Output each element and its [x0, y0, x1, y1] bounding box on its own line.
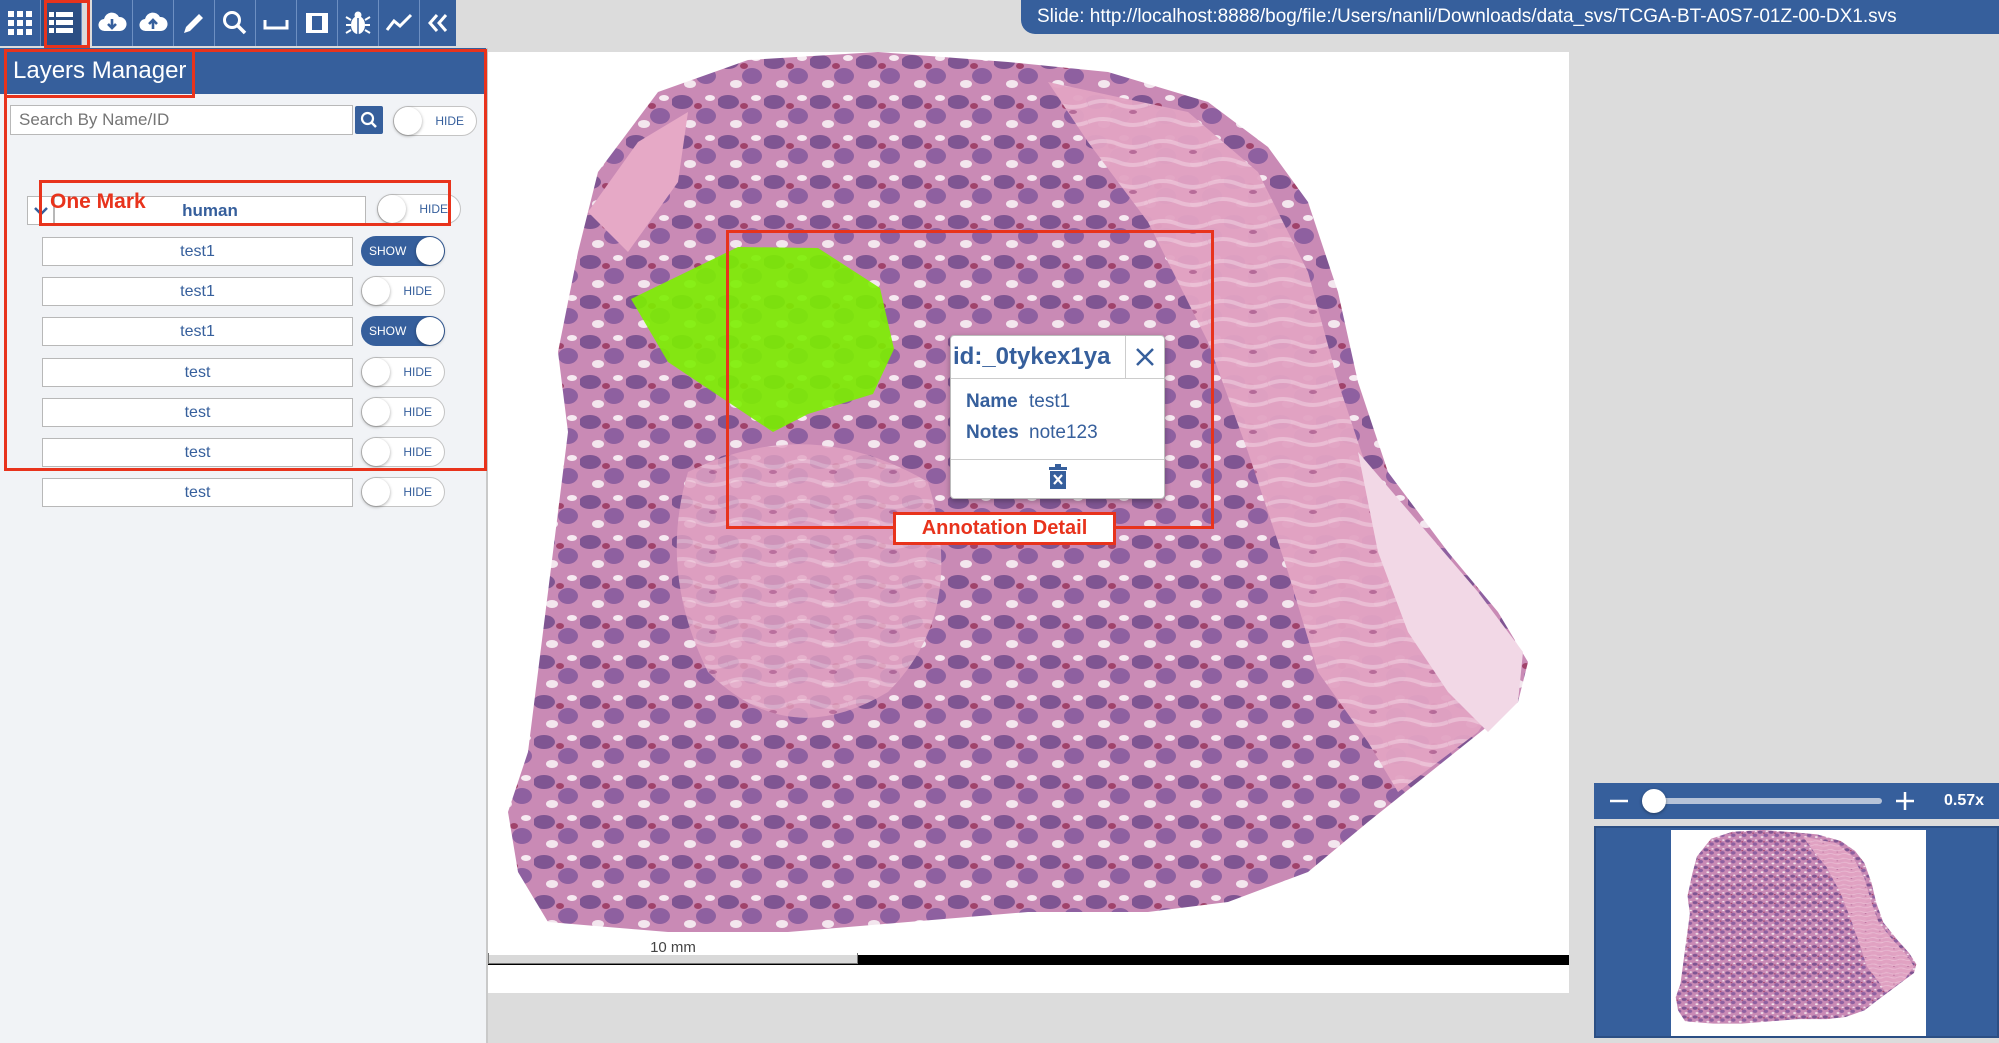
- collapse-toolbar-button[interactable]: [420, 0, 456, 46]
- toggle-knob: [362, 277, 390, 305]
- pencil-icon: [184, 14, 203, 33]
- toggle-knob: [416, 317, 444, 345]
- layers-list-icon: [49, 12, 73, 33]
- film-icon: [306, 13, 328, 33]
- line-chart-icon: [385, 13, 413, 31]
- apps-icon: [8, 11, 32, 35]
- navigator-thumbnail: [1675, 830, 1917, 1024]
- layer-item[interactable]: test1: [42, 317, 353, 346]
- layer-search-button[interactable]: [355, 106, 383, 134]
- layer-search-row: [10, 105, 383, 135]
- main-toolbar: [0, 0, 456, 46]
- one-mark-label: One Mark: [50, 190, 146, 213]
- layer-item[interactable]: test: [42, 398, 353, 427]
- chart-button[interactable]: [379, 0, 420, 46]
- scale-bar-ruler: 10 mm: [488, 940, 858, 964]
- slide-navigator[interactable]: [1594, 826, 1999, 1038]
- toggle-knob: [362, 398, 390, 426]
- apps-button[interactable]: [0, 0, 41, 46]
- bug-icon: [345, 11, 371, 34]
- zoom-slider[interactable]: [1642, 789, 1882, 813]
- layer-toggle-label: HIDE: [403, 445, 432, 459]
- trash-icon: [1048, 463, 1067, 489]
- zoom-slider-thumb[interactable]: [1642, 789, 1666, 813]
- zoom-out-button[interactable]: [1606, 788, 1632, 814]
- layers-manager-title: Layers Manager: [0, 48, 486, 94]
- group-visibility-toggle[interactable]: HIDE: [377, 194, 461, 224]
- minus-icon: [1610, 799, 1628, 803]
- layer-visibility-toggle[interactable]: HIDE: [361, 276, 445, 306]
- delete-annotation-button[interactable]: [1047, 463, 1069, 495]
- layer-toggle-label: HIDE: [403, 365, 432, 379]
- popup-notes-row: Notes note123: [966, 422, 1164, 444]
- annotation-popup: id:_0tykex1ya Name test1 Notes note123: [950, 335, 1165, 499]
- layers-manager-button[interactable]: [41, 0, 82, 46]
- layer-toggle-label: HIDE: [403, 284, 432, 298]
- group-toggle-label: HIDE: [419, 202, 448, 216]
- popup-close-button[interactable]: [1125, 336, 1164, 378]
- toggle-knob: [378, 195, 406, 223]
- layer-visibility-toggle[interactable]: HIDE: [361, 477, 445, 507]
- cloud-upload-icon: [139, 12, 168, 32]
- layer-visibility-toggle[interactable]: SHOW: [361, 316, 445, 346]
- hide-all-toggle-label: HIDE: [435, 114, 464, 128]
- popup-name-value: test1: [1029, 391, 1071, 412]
- search-icon: [360, 111, 377, 128]
- ruler-icon: [263, 20, 289, 30]
- cloud-download-icon: [98, 12, 127, 32]
- close-icon: [1136, 348, 1154, 366]
- navigator-viewport[interactable]: [1671, 830, 1926, 1036]
- layer-item[interactable]: test1: [42, 237, 353, 266]
- chevron-down-icon: [33, 206, 48, 216]
- zoom-control: 0.57x: [1594, 783, 1999, 819]
- upload-button[interactable]: [133, 0, 174, 46]
- layer-item[interactable]: test1: [42, 277, 353, 306]
- layer-search-input[interactable]: [10, 105, 353, 135]
- layer-visibility-toggle[interactable]: HIDE: [361, 397, 445, 427]
- toggle-knob: [394, 107, 422, 135]
- layer-toggle-label: SHOW: [369, 324, 407, 338]
- zoom-level-readout: 0.57x: [1944, 792, 1985, 809]
- toolbar-separator: [82, 0, 92, 46]
- toggle-knob: [362, 438, 390, 466]
- layer-visibility-toggle[interactable]: SHOW: [361, 236, 445, 266]
- layer-toggle-label: HIDE: [403, 405, 432, 419]
- double-chevron-left-icon: [428, 14, 448, 32]
- layer-item[interactable]: test: [42, 358, 353, 387]
- magnifier-button[interactable]: [215, 0, 256, 46]
- popup-title: id:_0tykex1ya: [953, 343, 1111, 370]
- layer-toggle-label: HIDE: [403, 485, 432, 499]
- layer-visibility-toggle[interactable]: HIDE: [361, 357, 445, 387]
- popup-footer: [951, 459, 1164, 498]
- toggle-knob: [362, 478, 390, 506]
- hide-all-toggle[interactable]: HIDE: [393, 106, 477, 136]
- zoom-in-button[interactable]: [1892, 788, 1918, 814]
- toggle-knob: [362, 358, 390, 386]
- measure-button[interactable]: [256, 0, 297, 46]
- plus-icon: [1896, 792, 1914, 810]
- layer-item[interactable]: test: [42, 478, 353, 507]
- download-button[interactable]: [92, 0, 133, 46]
- popup-notes-value: note123: [1029, 422, 1098, 443]
- annotation-detail-label: Annotation Detail: [893, 512, 1116, 545]
- layer-visibility-toggle[interactable]: HIDE: [361, 437, 445, 467]
- popup-notes-key: Notes: [966, 422, 1019, 443]
- bug-report-button[interactable]: [338, 0, 379, 46]
- layer-item[interactable]: test: [42, 438, 353, 467]
- side-by-side-button[interactable]: [297, 0, 338, 46]
- popup-name-row: Name test1: [966, 391, 1164, 413]
- popup-name-key: Name: [966, 391, 1018, 412]
- popup-header: id:_0tykex1ya: [951, 336, 1164, 379]
- scale-bar-label: 10 mm: [650, 939, 696, 956]
- magnifier-icon: [223, 11, 247, 35]
- draw-button[interactable]: [174, 0, 215, 46]
- layer-toggle-label: SHOW: [369, 244, 407, 258]
- slide-url-title: Slide: http://localhost:8888/bog/file:/U…: [1021, 0, 1999, 34]
- toggle-knob: [416, 237, 444, 265]
